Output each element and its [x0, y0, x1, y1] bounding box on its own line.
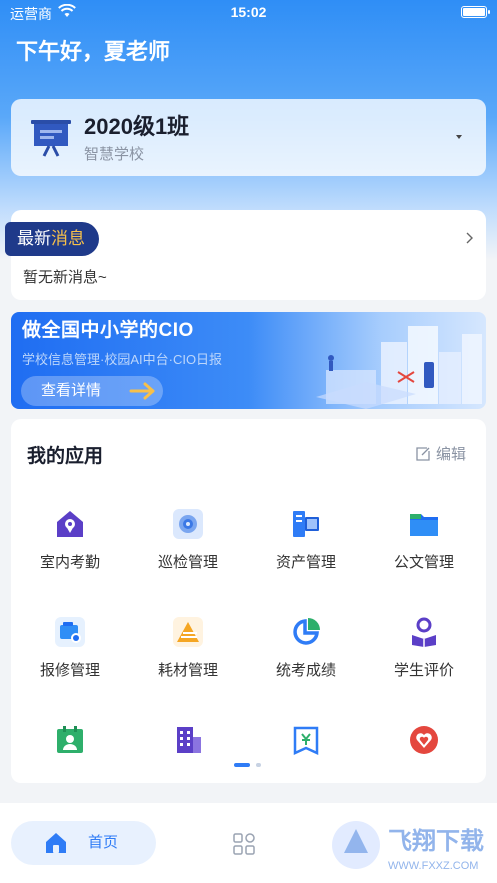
- app-finance[interactable]: [247, 725, 365, 805]
- watermark-title: 飞翔下载: [388, 827, 484, 855]
- app-asset-management[interactable]: 资产管理: [247, 509, 365, 589]
- blackboard-icon: [31, 120, 71, 157]
- app-document-management[interactable]: 公文管理: [365, 509, 483, 589]
- arrow-right-icon: [129, 382, 155, 400]
- app-label: 巡检管理: [157, 554, 218, 571]
- news-tag: 最新消息: [5, 222, 99, 256]
- inspection-icon: [173, 509, 203, 539]
- app-label: 统考成绩: [275, 662, 336, 679]
- class-selector[interactable]: 2020级1班 智慧学校: [11, 99, 486, 176]
- watermark-url: WWW.FXXZ.COM: [388, 860, 478, 872]
- app-label: 学生评价: [393, 662, 454, 679]
- page-dot: [256, 763, 261, 767]
- asset-icon: [293, 511, 319, 537]
- edit-label: 编辑: [435, 446, 466, 463]
- edit-icon: [416, 447, 430, 461]
- edit-button[interactable]: 编辑: [416, 443, 466, 464]
- tab-home-label: 首页: [88, 834, 119, 851]
- promo-banner[interactable]: 做全国中小学的CIO 学校信息管理·校园AI中台·CIO日报 查看详情: [11, 312, 486, 409]
- page-dot-active: [234, 763, 250, 767]
- app-building[interactable]: [129, 725, 247, 805]
- app-label: 资产管理: [275, 554, 336, 571]
- app-indoor-attendance[interactable]: 室内考勤: [11, 509, 129, 589]
- view-details-label: 查看详情: [41, 382, 102, 399]
- materials-icon: [173, 617, 203, 647]
- news-tag-highlight: 消息: [51, 229, 85, 248]
- banner-subtitle: 学校信息管理·校园AI中台·CIO日报: [22, 352, 223, 367]
- battery-icon: [461, 6, 490, 18]
- app-label: 耗材管理: [157, 662, 218, 679]
- class-name: 2020级1班: [84, 114, 190, 139]
- app-calendar-person[interactable]: [11, 725, 129, 805]
- app-label: 报修管理: [39, 662, 100, 679]
- heart-badge-icon: [410, 726, 438, 754]
- apps-title: 我的应用: [27, 446, 104, 467]
- tab-home[interactable]: 首页: [11, 821, 156, 865]
- app-student-evaluation[interactable]: 学生评价: [365, 617, 483, 697]
- clock: 15:02: [230, 4, 267, 20]
- student-reading-icon: [412, 617, 436, 647]
- apps-grid-icon[interactable]: [233, 833, 255, 855]
- app-heart-care[interactable]: [365, 725, 483, 805]
- app-materials-management[interactable]: 耗材管理: [129, 617, 247, 697]
- repair-icon: [55, 617, 85, 647]
- finance-book-icon: [293, 726, 319, 755]
- greeting-text: 下午好，夏老师: [16, 39, 171, 64]
- banner-title: 做全国中小学的CIO: [22, 320, 194, 341]
- folder-icon: [410, 514, 438, 536]
- news-tag-prefix: 最新: [17, 229, 51, 248]
- chevron-right-icon[interactable]: [465, 232, 474, 244]
- city-illustration: [316, 326, 482, 409]
- app-label: 室内考勤: [39, 554, 100, 571]
- watermark-logo: 飞翔下载 WWW.FXXZ.COM: [332, 821, 484, 872]
- home-icon: [46, 833, 66, 853]
- house-location-icon: [57, 511, 83, 537]
- app-exam-scores[interactable]: 统考成绩: [247, 617, 365, 697]
- building-icon: [177, 727, 201, 753]
- news-empty-text: 暂无新消息~: [23, 269, 107, 286]
- app-repair-management[interactable]: 报修管理: [11, 617, 129, 697]
- news-card[interactable]: 最新消息 暂无新消息~: [5, 210, 486, 300]
- app-inspection-management[interactable]: 巡检管理: [129, 509, 247, 589]
- dropdown-caret-icon[interactable]: [456, 135, 462, 139]
- school-name: 智慧学校: [84, 146, 145, 163]
- app-label: 公文管理: [393, 554, 454, 571]
- calendar-person-icon: [57, 726, 83, 753]
- bottom-tab-bar: 首页 飞翔下载 WWW.FXXZ.COM: [0, 803, 497, 883]
- my-apps-card: 我的应用 编辑 室内考勤 巡检管理 资产管理 公文管理 报修管理 耗材管理 统考…: [11, 419, 486, 783]
- pie-chart-icon: [293, 618, 320, 645]
- status-bar: 运营商 15:02: [0, 0, 497, 26]
